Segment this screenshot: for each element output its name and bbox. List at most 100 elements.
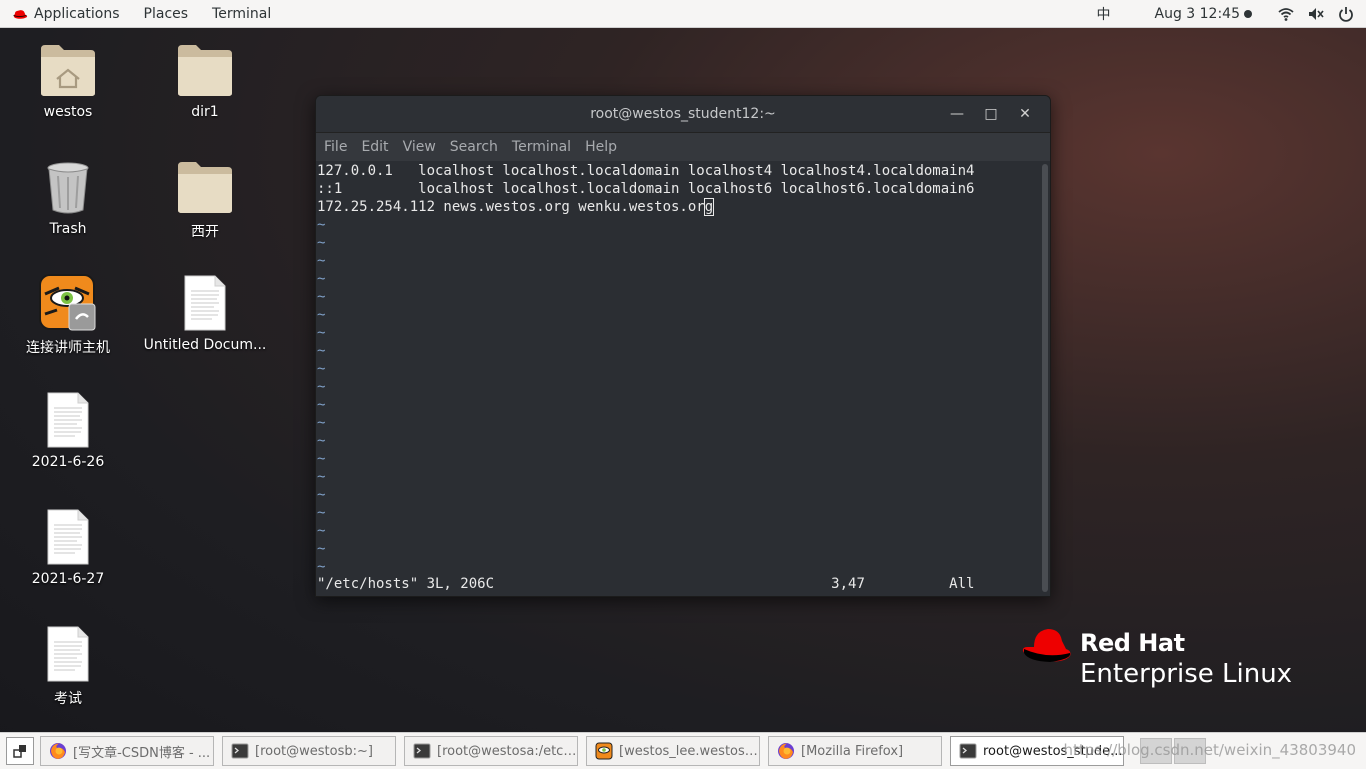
places-menu[interactable]: Places [132,0,201,27]
firefox-icon [49,742,67,760]
taskbar-item-label: [root@westosb:~] [255,744,373,759]
tilde-line: ~ [317,378,1040,396]
remote-viewer-icon [595,742,613,760]
menu-file[interactable]: File [316,139,354,155]
desktop-icon-untitled-document[interactable]: Untitled Docum... [140,273,270,353]
taskbar-item-label: [写文章-CSDN博客 - ... [73,742,210,761]
desktop-icon-trash[interactable]: Trash [3,157,133,237]
tilde-line: ~ [317,216,1040,234]
places-label: Places [144,6,189,22]
show-desktop-button[interactable] [6,737,34,765]
firefox-icon [777,742,795,760]
tilde-line: ~ [317,252,1040,270]
input-method-indicator[interactable]: 中 [1097,4,1111,24]
close-icon[interactable]: ✕ [1008,106,1042,122]
redhat-logo-icon [1020,625,1074,665]
desktop-icon-label: 考试 [3,688,133,708]
maximize-icon[interactable]: □ [974,106,1008,122]
redhat-brand-text: Red Hat [1080,629,1185,657]
terminal-icon [959,742,977,760]
desktop-icon-westos[interactable]: westos [3,40,133,120]
clock-text: Aug 3 12:45 [1155,6,1241,22]
redhat-logo: Red Hat Enterprise Linux [1020,625,1074,669]
window-controls: — □ ✕ [940,96,1042,132]
home-folder-icon [39,43,97,97]
terminal-title: root@westos_student12:~ [590,106,776,122]
document-icon [47,509,89,565]
tilde-line: ~ [317,360,1040,378]
menu-terminal[interactable]: Terminal [505,139,578,155]
tilde-line: ~ [317,540,1040,558]
menu-search[interactable]: Search [443,139,505,155]
taskbar-item[interactable]: [写文章-CSDN博客 - ... [40,736,214,766]
terminal-icon [231,742,249,760]
taskbar-item[interactable]: [root@westosb:~] [222,736,396,766]
taskbar-item-label: [westos_lee.westos.... [619,744,759,759]
volume-muted-icon[interactable] [1308,6,1324,22]
tilde-line: ~ [317,234,1040,252]
menu-edit[interactable]: Edit [354,139,395,155]
desktop-icon-label: Untitled Docum... [140,337,270,353]
watermark-text: https://blog.csdn.net/weixin_43803940 [1063,741,1356,759]
wifi-icon[interactable] [1278,6,1294,22]
tilde-line: ~ [317,522,1040,540]
menu-help[interactable]: Help [578,139,624,155]
applications-label: Applications [34,6,120,22]
tilde-line: ~ [317,450,1040,468]
tilde-line: ~ [317,288,1040,306]
clock[interactable]: Aug 3 12:45 [1155,6,1253,22]
remote-viewer-icon [39,274,97,332]
tilde-line: ~ [317,396,1040,414]
document-icon [47,626,89,682]
tilde-line: ~ [317,504,1040,522]
taskbar-item-label: [Mozilla Firefox] [801,744,903,759]
vim-status-line: "/etc/hosts" 3L, 206C 3,47 All [317,576,1050,594]
status-area: 中 Aug 3 12:45 [1083,0,1366,27]
file-line-3: 172.25.254.112 news.westos.org wenku.wes… [317,198,1040,216]
file-line-3-text: 172.25.254.112 news.westos.org wenku.wes… [317,199,705,215]
tilde-line: ~ [317,468,1040,486]
taskbar-item-label: [root@westosa:/etc/... [437,744,577,759]
desktop-icon-label: 2021-6-27 [3,571,133,587]
terminal-icon [413,742,431,760]
applications-menu[interactable]: Applications [0,0,132,27]
folder-icon [176,160,234,214]
file-line-2: ::1 localhost localhost.localdomain loca… [317,180,1040,198]
desktop-icon-2021-6-26[interactable]: 2021-6-26 [3,390,133,470]
terminal-menubar: File Edit View Search Terminal Help [316,133,1050,161]
top-menu: Applications Places Terminal [0,0,283,27]
taskbar-item[interactable]: [Mozilla Firefox] [768,736,942,766]
terminal-app-menu[interactable]: Terminal [200,0,283,27]
desktop-icon-label: westos [3,104,133,120]
redhat-icon [12,8,28,20]
desktop-icon-connect-instructor[interactable]: 连接讲师主机 [3,273,133,357]
power-icon[interactable] [1338,6,1354,22]
terminal-window[interactable]: root@westos_student12:~ — □ ✕ File Edit … [315,95,1051,597]
desktop-icon-label: 2021-6-26 [3,454,133,470]
text-cursor: g [705,199,713,215]
menu-view[interactable]: View [396,139,443,155]
terminal-scrollbar[interactable] [1042,164,1048,592]
tilde-line: ~ [317,486,1040,504]
terminal-screen[interactable]: 127.0.0.1 localhost localhost.localdomai… [316,162,1040,596]
terminal-titlebar[interactable]: root@westos_student12:~ — □ ✕ [316,96,1050,133]
taskbar-item[interactable]: [root@westosa:/etc/... [404,736,578,766]
empty-line-markers: ~~~~~~~~~~~~~~~~~~~~ [317,216,1040,576]
desktop-icon-xikai[interactable]: 西开 [140,157,270,241]
taskbar-window-list: [写文章-CSDN博客 - ... [root@westosb:~] [root@w… [40,736,1132,766]
file-line-1: 127.0.0.1 localhost localhost.localdomai… [317,162,1040,180]
top-bar: Applications Places Terminal 中 Aug 3 12:… [0,0,1366,28]
desktop-icon-dir1[interactable]: dir1 [140,40,270,120]
desktop-icon-label: Trash [3,221,133,237]
desktop-icon-exam[interactable]: 考试 [3,624,133,708]
tilde-line: ~ [317,414,1040,432]
desktop-icon-2021-6-27[interactable]: 2021-6-27 [3,507,133,587]
minimize-icon[interactable]: — [940,106,974,122]
redhat-product-text: Enterprise Linux [1080,659,1292,689]
desktop-icon-label: 西开 [140,221,270,241]
taskbar-item[interactable]: [westos_lee.westos.... [586,736,760,766]
tilde-line: ~ [317,342,1040,360]
document-icon [47,392,89,448]
tilde-line: ~ [317,432,1040,450]
terminal-app-label: Terminal [212,6,271,22]
